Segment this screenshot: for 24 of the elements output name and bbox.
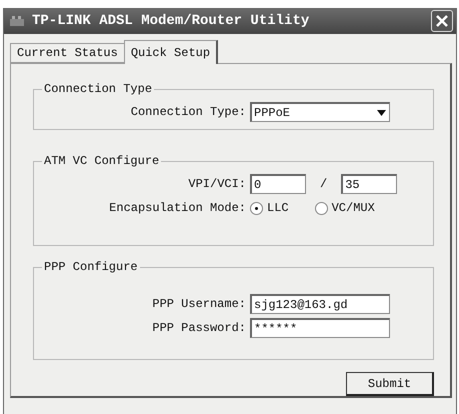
app-icon bbox=[10, 16, 24, 26]
submit-button[interactable]: Submit bbox=[346, 372, 434, 396]
group-title: Connection Type bbox=[43, 82, 154, 96]
field-label: Connection Type: bbox=[130, 105, 246, 119]
password-field[interactable]: ****** bbox=[250, 318, 390, 338]
field-label: PPP Password: bbox=[151, 321, 246, 335]
connection-type-dropdown[interactable]: PPPoE bbox=[250, 102, 390, 122]
window-title: TP-LINK ADSL Modem/Router Utility bbox=[32, 13, 310, 30]
field-label: VPI/VCI: bbox=[187, 177, 246, 191]
vpi-field[interactable]: 0 bbox=[250, 174, 306, 194]
username-field[interactable]: sjg123@163.gd bbox=[250, 294, 390, 314]
field-label: PPP Username: bbox=[151, 297, 246, 311]
radio-option[interactable]: LLC bbox=[250, 201, 289, 215]
tab[interactable]: Quick Setup bbox=[124, 40, 218, 64]
caret-icon bbox=[377, 110, 386, 116]
field-label: Encapsulation Mode: bbox=[108, 201, 246, 215]
vci-field[interactable]: 35 bbox=[341, 174, 398, 194]
close-icon bbox=[435, 14, 449, 28]
radio-option[interactable]: VC/MUX bbox=[314, 201, 375, 215]
tab[interactable]: Current Status bbox=[10, 43, 124, 63]
close-button[interactable] bbox=[431, 10, 453, 32]
group-title: ATM VC Configure bbox=[43, 154, 160, 168]
group-title: PPP Configure bbox=[43, 260, 139, 274]
separator-text: / bbox=[320, 177, 328, 191]
